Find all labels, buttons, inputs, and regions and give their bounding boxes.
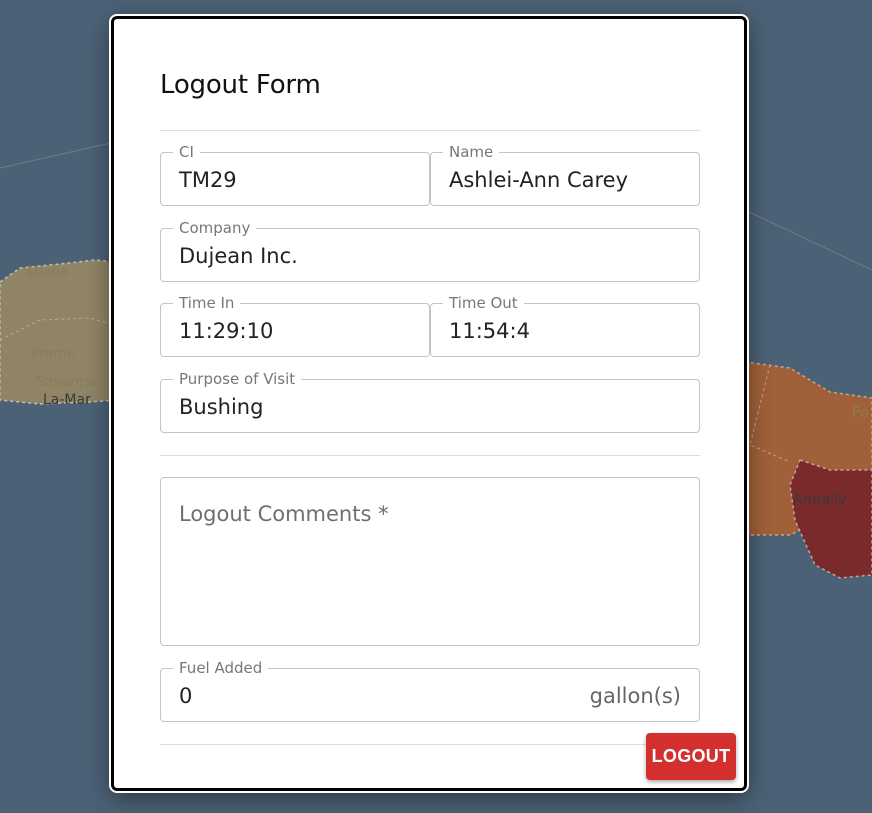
header-divider [160, 130, 700, 131]
purpose-field[interactable]: Purpose of Visit Bushing [160, 370, 700, 433]
name-field-value: Ashlei-Ann Carey [449, 168, 629, 192]
fuel-unit-suffix: gallon(s) [589, 684, 681, 708]
map-label-frome: Frome [32, 346, 76, 362]
fuel-added-label: Fuel Added [173, 659, 269, 677]
company-field-label: Company [173, 219, 257, 237]
ci-field-value: TM29 [179, 168, 237, 192]
logout-form-dialog: Logout Form CI TM29 Name Ashlei-Ann Care… [109, 14, 749, 793]
time-in-field-label: Time In [173, 294, 241, 312]
section-divider [160, 455, 700, 456]
ci-field[interactable]: CI TM29 [160, 143, 430, 206]
map-label-savanna: Savanna- [36, 374, 102, 390]
fuel-added-value: 0 [179, 684, 193, 708]
map-label-la-mar: La-Mar [43, 392, 91, 408]
time-out-field-value: 11:54:4 [449, 319, 530, 343]
logout-comments-placeholder: Logout Comments * [179, 502, 389, 526]
map-label-luxoa: Luxoa [27, 264, 69, 280]
company-field-value: Dujean Inc. [179, 244, 298, 268]
purpose-field-value: Bushing [179, 395, 264, 419]
name-field[interactable]: Name Ashlei-Ann Carey [430, 143, 700, 206]
map-label-amtally: Amtally [793, 492, 847, 508]
logout-comments-textarea[interactable]: Logout Comments * [160, 477, 700, 646]
time-in-field-value: 11:29:10 [179, 319, 274, 343]
dialog-title: Logout Form [160, 70, 321, 100]
ci-field-label: CI [173, 143, 200, 161]
fuel-added-field[interactable]: Fuel Added 0 gallon(s) [160, 659, 700, 722]
time-out-field-label: Time Out [443, 294, 524, 312]
company-field[interactable]: Company Dujean Inc. [160, 219, 700, 282]
time-out-field[interactable]: Time Out 11:54:4 [430, 294, 700, 357]
time-in-field[interactable]: Time In 11:29:10 [160, 294, 430, 357]
logout-button[interactable]: LOGOUT [646, 733, 736, 780]
purpose-field-label: Purpose of Visit [173, 370, 302, 388]
map-label-po: Po [852, 405, 869, 421]
footer-divider [160, 744, 700, 745]
name-field-label: Name [443, 143, 500, 161]
